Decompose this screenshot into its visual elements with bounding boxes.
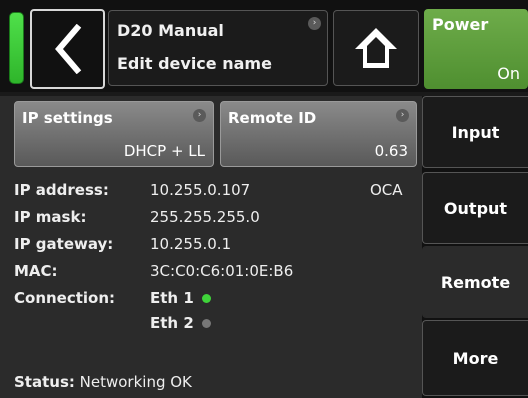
mac-value: 3C:C0:C6:01:0E:B6 (150, 262, 294, 280)
ip-mask-value: 255.255.255.0 (150, 208, 260, 226)
ip-address-label: IP address: (14, 181, 109, 199)
device-title-button[interactable]: D20 Manual Edit device name › (108, 10, 328, 86)
eth2-status: Eth 2 (150, 314, 211, 332)
tab-more[interactable]: More (422, 320, 528, 396)
ip-gateway-value: 10.255.0.1 (150, 235, 232, 253)
mac-label: MAC: (14, 262, 58, 280)
edit-device-name-label: Edit device name (117, 54, 272, 73)
status-value: Networking OK (79, 373, 192, 391)
ip-settings-value: DHCP + LL (123, 142, 205, 160)
ip-settings-button[interactable]: IP settings › DHCP + LL (14, 101, 214, 167)
main-panel: IP settings › DHCP + LL Remote ID › 0.63… (0, 96, 422, 398)
power-button[interactable]: Power On (424, 9, 528, 89)
home-button[interactable] (333, 10, 419, 86)
eth2-link-indicator (201, 319, 211, 328)
status-label: Status: (14, 373, 75, 391)
ip-gateway-label: IP gateway: (14, 235, 114, 253)
remote-id-value: 0.63 (374, 142, 408, 160)
device-name: D20 Manual (117, 21, 224, 40)
remote-id-button[interactable]: Remote ID › 0.63 (220, 101, 417, 167)
eth1-link-indicator (201, 294, 211, 303)
chevron-right-icon: › (193, 109, 206, 122)
back-button[interactable] (30, 9, 105, 89)
top-bar: D20 Manual Edit device name › Power On (0, 0, 528, 92)
eth1-label: Eth 1 (150, 289, 194, 307)
power-value: On (497, 64, 520, 83)
remote-id-label: Remote ID (228, 109, 317, 127)
chevron-right-icon: › (396, 109, 409, 122)
status-line: Status: Networking OK (14, 373, 192, 391)
side-tabs: Input Output Remote More (422, 96, 528, 398)
protocol-value: OCA (370, 181, 403, 199)
connection-label: Connection: (14, 289, 116, 307)
ip-settings-label: IP settings (22, 109, 113, 127)
eth2-label: Eth 2 (150, 314, 194, 332)
tab-remote[interactable]: Remote (422, 246, 528, 318)
ip-address-value: 10.255.0.107 (150, 181, 251, 199)
chevron-right-icon: › (308, 17, 321, 30)
ip-mask-label: IP mask: (14, 208, 87, 226)
back-arrow-icon (54, 24, 81, 74)
eth1-status: Eth 1 (150, 289, 211, 307)
home-icon (355, 28, 397, 68)
tab-input[interactable]: Input (422, 96, 528, 168)
status-led (9, 12, 24, 84)
power-label: Power (432, 15, 489, 34)
tab-output[interactable]: Output (422, 172, 528, 244)
